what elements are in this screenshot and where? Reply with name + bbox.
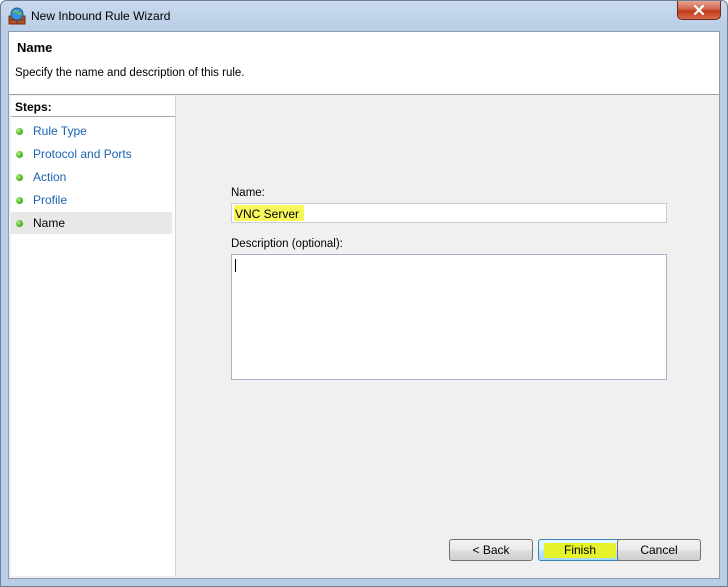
step-label: Profile xyxy=(33,193,68,207)
cancel-button-label: Cancel xyxy=(640,543,678,557)
step-label: Protocol and Ports xyxy=(33,147,132,161)
step-label: Action xyxy=(33,170,67,184)
step-protocol-and-ports[interactable]: Protocol and Ports xyxy=(11,143,172,165)
finish-button[interactable]: Finish xyxy=(538,539,622,561)
step-complete-icon xyxy=(16,197,23,204)
window-title: New Inbound Rule Wizard xyxy=(31,9,171,23)
step-action[interactable]: Action xyxy=(11,166,172,188)
step-complete-icon xyxy=(16,151,23,158)
finish-button-label: Finish xyxy=(563,543,596,557)
step-complete-icon xyxy=(16,128,23,135)
step-label: Rule Type xyxy=(33,124,87,138)
text-caret xyxy=(235,259,236,272)
steps-title: Steps: xyxy=(15,100,52,114)
step-name: Name xyxy=(11,212,172,234)
name-label: Name: xyxy=(231,187,265,199)
step-profile[interactable]: Profile xyxy=(11,189,172,211)
wizard-window: New Inbound Rule Wizard Name Specify the… xyxy=(0,0,728,587)
name-value: VNC Server xyxy=(235,207,300,221)
cancel-button[interactable]: Cancel xyxy=(617,539,701,561)
back-button[interactable]: < Back xyxy=(449,539,533,561)
page-description: Specify the name and description of this… xyxy=(15,67,245,79)
step-complete-icon xyxy=(16,174,23,181)
firewall-icon xyxy=(8,7,26,25)
close-icon xyxy=(693,5,705,15)
page-title: Name xyxy=(17,40,53,55)
steps-divider xyxy=(11,116,175,117)
back-button-label: < Back xyxy=(472,543,510,557)
step-rule-type[interactable]: Rule Type xyxy=(11,120,172,142)
title-bar[interactable]: New Inbound Rule Wizard xyxy=(1,1,727,31)
description-label: Description (optional): xyxy=(231,238,343,250)
wizard-content: Name Specify the name and description of… xyxy=(8,31,720,579)
wizard-header: Name Specify the name and description of… xyxy=(9,32,719,95)
step-label: Name xyxy=(33,216,66,230)
step-current-icon xyxy=(16,220,23,227)
name-input[interactable]: VNC Server xyxy=(231,203,667,223)
description-input[interactable] xyxy=(231,254,667,380)
steps-pane: Steps: Rule Type Protocol and Ports Acti… xyxy=(11,96,176,576)
close-button[interactable] xyxy=(677,1,721,20)
